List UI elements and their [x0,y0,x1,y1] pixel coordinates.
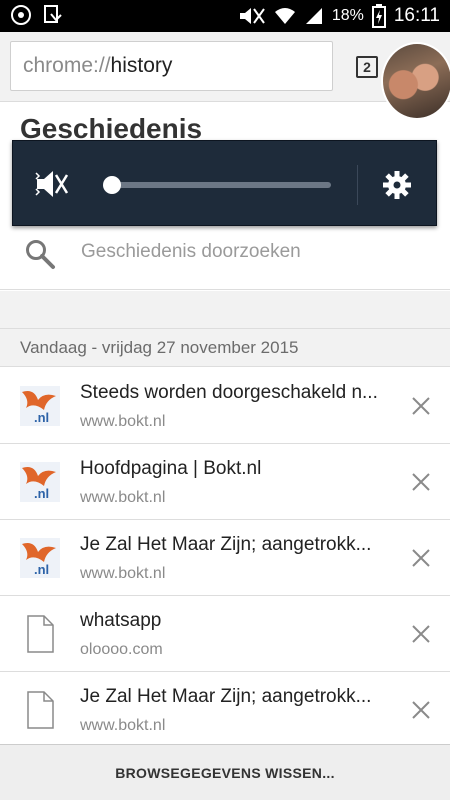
tab-switcher-button[interactable]: 2 [356,56,378,78]
url-scheme: chrome:// [23,54,111,77]
close-icon[interactable] [411,472,431,492]
gear-icon[interactable] [382,170,412,200]
entry-domain: www.bokt.nl [80,489,166,506]
status-bar: 18% 16:11 [0,0,450,32]
svg-text:.nl: .nl [34,410,49,425]
date-header: Vandaag - vrijdag 27 november 2015 [0,329,450,367]
volume-divider [357,165,358,205]
history-list: .nl Steeds worden doorgeschakeld n... ww… [0,368,450,748]
date-header-label: Vandaag - vrijdag 27 november 2015 [20,338,299,357]
volume-slider-handle[interactable] [103,176,121,194]
bokt-favicon-icon: .nl [20,538,60,578]
battery-charging-icon [371,4,386,28]
entry-domain: www.bokt.nl [80,717,166,734]
bokt-favicon-icon: .nl [20,386,60,426]
svg-text:.nl: .nl [34,486,49,501]
entry-title: Je Zal Het Maar Zijn; aangetrokk... [80,534,372,555]
battery-percent: 18% [331,7,364,24]
sync-notification-icon [11,5,31,25]
url-bar[interactable]: chrome://history [10,41,333,91]
vibrate-mute-icon[interactable] [35,169,71,199]
close-icon[interactable] [411,624,431,644]
page-icon [27,615,54,653]
search-input[interactable]: Geschiedenis doorzoeken [81,241,301,263]
entry-domain: www.bokt.nl [80,413,166,430]
entry-title: Steeds worden doorgeschakeld n... [80,382,378,403]
close-icon[interactable] [411,396,431,416]
history-entry[interactable]: Je Zal Het Maar Zijn; aangetrokk... www.… [0,672,450,748]
close-icon[interactable] [411,700,431,720]
tab-count: 2 [363,59,371,75]
entry-title: Hoofdpagina | Bokt.nl [80,458,262,479]
search-icon [26,240,55,269]
bokt-favicon-icon: .nl [20,462,60,502]
history-entry[interactable]: .nl Hoofdpagina | Bokt.nl www.bokt.nl [0,444,450,520]
avatar[interactable] [381,42,450,120]
entry-title: Je Zal Het Maar Zijn; aangetrokk... [80,686,372,707]
mute-icon [239,8,265,24]
entry-title: whatsapp [80,610,162,631]
clear-browsing-data-button[interactable]: BROWSEGEGEVENS WISSEN... [0,744,450,800]
entry-domain: oloooo.com [80,641,163,658]
close-icon[interactable] [411,548,431,568]
download-notification-icon [44,5,62,23]
history-entry[interactable]: .nl Je Zal Het Maar Zijn; aangetrokk... … [0,520,450,596]
clock: 16:11 [393,5,440,26]
clear-browsing-data-label: BROWSEGEGEVENS WISSEN... [115,764,335,781]
signal-icon [305,8,322,24]
wifi-icon [274,8,295,24]
history-search[interactable]: Geschiedenis doorzoeken [0,216,450,290]
history-entry[interactable]: .nl Steeds worden doorgeschakeld n... ww… [0,368,450,444]
entry-domain: www.bokt.nl [80,565,166,582]
volume-slider-track[interactable] [111,182,331,188]
volume-panel [12,140,437,226]
history-entry[interactable]: whatsapp oloooo.com [0,596,450,672]
url-host: history [110,54,173,77]
section-spacer [0,291,450,329]
page-icon [27,691,54,729]
svg-text:.nl: .nl [34,562,49,577]
